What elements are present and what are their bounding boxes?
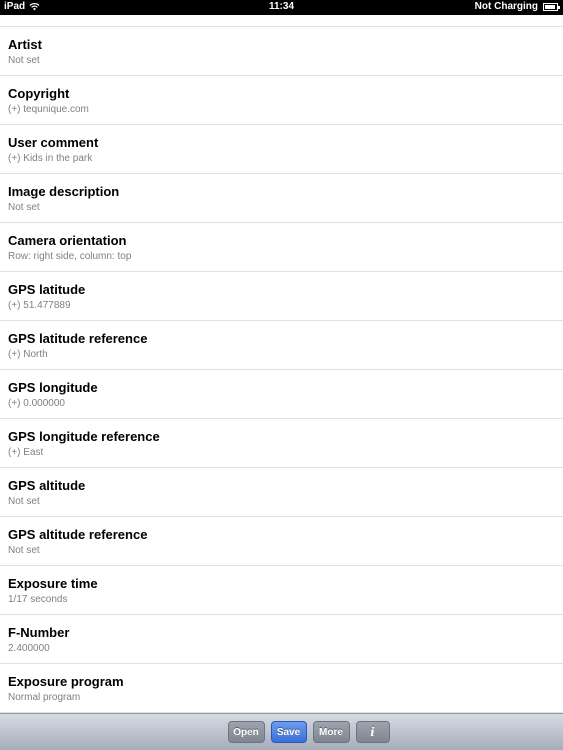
list-item-value: Row: right side, column: top: [8, 251, 132, 262]
save-button[interactable]: Save: [270, 721, 307, 743]
list-item-value: (+) North: [8, 349, 48, 360]
list-item-title: GPS altitude reference: [8, 527, 148, 542]
status-bar: iPad 11:34 Not Charging: [0, 0, 563, 15]
info-button[interactable]: i: [355, 721, 390, 743]
list-item-value: 2.400000: [8, 643, 50, 654]
list-item-title: GPS longitude reference: [8, 429, 160, 444]
info-icon: i: [370, 725, 375, 739]
list-item-title: GPS latitude reference: [8, 331, 148, 346]
list-item-value: Normal program: [8, 692, 81, 703]
list-item[interactable]: Copyright (+) tequnique.com: [0, 76, 563, 125]
bottom-toolbar: Open Save More i: [0, 713, 563, 750]
list-item-title: Exposure time: [8, 576, 98, 591]
list-item[interactable]: User comment (+) Kids in the park: [0, 125, 563, 174]
list-item-title: User comment: [8, 135, 99, 150]
list-item-title: Exposure program: [8, 674, 124, 689]
list-item[interactable]: GPS altitude reference Not set: [0, 517, 563, 566]
list-item[interactable]: GPS altitude Not set: [0, 468, 563, 517]
battery-status-text: Not Charging: [474, 1, 538, 12]
list-item-value: Not set: [8, 202, 40, 213]
battery-fill: [545, 4, 555, 9]
list-item-value: 1/17 seconds: [8, 594, 68, 605]
metadata-list[interactable]: Artist Not set Copyright (+) tequnique.com U…: [0, 15, 563, 713]
list-item-value: Not set: [8, 55, 40, 66]
list-item[interactable]: Artist Not set: [0, 27, 563, 76]
list-item-title: Copyright: [8, 86, 70, 101]
list-item[interactable]: GPS longitude (+) 0.000000: [0, 370, 563, 419]
list-item-title: Camera orientation: [8, 233, 127, 248]
list-item-value: (+) 0.000000: [8, 398, 65, 409]
list-item-title: GPS latitude: [8, 282, 86, 297]
list-item-title: F-Number: [8, 625, 70, 640]
list-item[interactable]: GPS longitude reference (+) East: [0, 419, 563, 468]
list-item[interactable]: F-Number 2.400000: [0, 615, 563, 664]
list-item-value: (+) East: [8, 447, 44, 458]
list-item[interactable]: Camera orientation Row: right side, colum…: [0, 223, 563, 272]
list-item[interactable]: Exposure time 1/17 seconds: [0, 566, 563, 615]
list-item-value: (+) tequnique.com: [8, 104, 89, 115]
list-top-row-sliver: [0, 15, 563, 27]
list-item-value: (+) 51.477889: [8, 300, 71, 311]
list-item-title: Image description: [8, 184, 120, 199]
status-right: Not Charging: [474, 1, 560, 12]
open-button[interactable]: Open: [227, 721, 265, 743]
list-item-title: GPS longitude: [8, 380, 98, 395]
list-item-title: Artist: [8, 37, 42, 52]
list-item-title: GPS altitude: [8, 478, 86, 493]
list-item-value: (+) Kids in the park: [8, 153, 93, 164]
more-button[interactable]: More: [312, 721, 350, 743]
list-item[interactable]: Exposure program Normal program: [0, 664, 563, 713]
battery-icon: [543, 2, 560, 11]
list-item-value: Not set: [8, 545, 40, 556]
list-item-value: Not set: [8, 496, 40, 507]
list-item[interactable]: GPS latitude reference (+) North: [0, 321, 563, 370]
list-item[interactable]: Image description Not set: [0, 174, 563, 223]
list-item[interactable]: GPS latitude (+) 51.477889: [0, 272, 563, 321]
